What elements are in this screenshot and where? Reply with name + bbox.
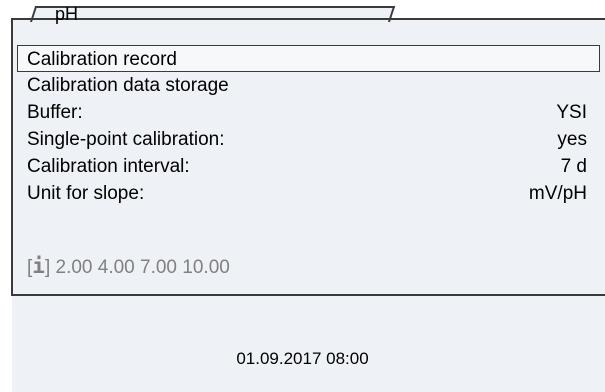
menu-item-buffer[interactable]: Buffer: YSI [13, 99, 605, 126]
menu-item-label: Unit for slope: [27, 183, 145, 204]
status-datetime: 01.09.2017 08:00 [236, 349, 369, 368]
menu-item-label: Buffer: [27, 102, 83, 123]
menu-item-value: YSI [556, 102, 587, 123]
info-bracket-close: ] [44, 257, 51, 278]
info-icon: i [32, 254, 45, 278]
menu-item-label: Single-point calibration: [27, 129, 225, 150]
menu-item-calibration-interval[interactable]: Calibration interval: 7 d [13, 153, 605, 180]
menu-item-label: Calibration interval: [27, 156, 190, 177]
menu-list: Calibration record Calibration data stor… [13, 45, 605, 207]
menu-item-value: yes [557, 129, 587, 150]
menu-item-label: Calibration record [27, 49, 177, 70]
menu-item-value: mV/pH [528, 183, 587, 204]
info-text: 2.00 4.00 7.00 10.00 [55, 257, 230, 278]
info-line: [i] 2.00 4.00 7.00 10.00 [27, 253, 230, 281]
tab-top-line [11, 18, 605, 20]
menu-item-calibration-record[interactable]: Calibration record [17, 45, 600, 72]
menu-item-unit-for-slope[interactable]: Unit for slope: mV/pH [13, 180, 605, 207]
menu-item-label: Calibration data storage [27, 75, 229, 96]
frame-bottom-line [11, 294, 605, 296]
menu-item-calibration-data-storage[interactable]: Calibration data storage [13, 72, 605, 99]
menu-item-single-point-calibration[interactable]: Single-point calibration: yes [13, 126, 605, 153]
tab-ph[interactable]: pH [55, 4, 78, 24]
menu-item-value: 7 d [560, 156, 587, 177]
